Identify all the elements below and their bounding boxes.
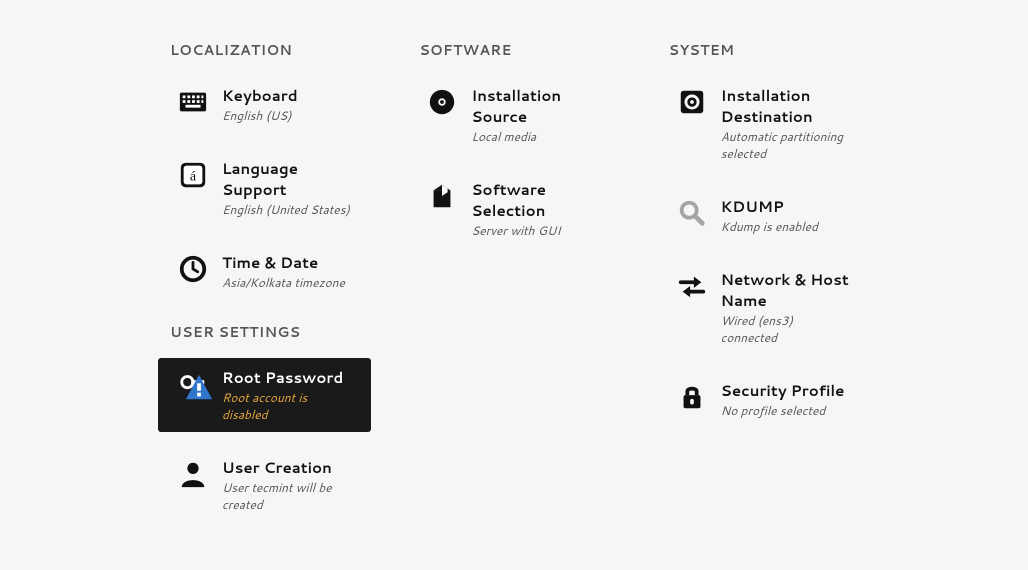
svg-text:á: á [190,169,197,185]
spoke-kdump[interactable]: KDUMP Kdump is enabled [669,187,858,244]
column-localization: LOCALIZATION Keyboard English (US) á Lan… [170,40,359,538]
spoke-network-sub: Wired (ens3) connected [721,312,852,346]
column-software: SOFTWARE Installation Source Local media… [419,40,608,538]
clock-icon [176,252,210,286]
spoke-keyboard-title: Keyboard [222,85,298,106]
lock-icon [675,380,709,414]
spoke-language-title: Language Support [222,158,353,200]
spoke-user-sub: User tecmint will be created [222,479,353,513]
section-title-localization: LOCALIZATION [170,40,359,60]
spoke-dest-title: Installation Destination [721,85,852,127]
spoke-root-title: Root Password [222,367,353,388]
network-arrows-icon [675,269,709,303]
disc-icon [425,85,459,119]
user-icon [176,457,210,491]
spoke-selection-title: Software Selection [471,179,602,221]
spoke-language[interactable]: á Language Support English (United State… [170,149,359,227]
spoke-installation-destination[interactable]: Installation Destination Automatic parti… [669,76,858,171]
installation-summary: LOCALIZATION Keyboard English (US) á Lan… [170,40,858,538]
spoke-time[interactable]: Time & Date Asia/Kolkata timezone [170,243,359,300]
section-title-software: SOFTWARE [419,40,608,60]
disk-icon [675,85,709,119]
section-title-system: SYSTEM [669,40,858,60]
spoke-user-title: User Creation [222,457,353,478]
spoke-network-title: Network & Host Name [721,269,852,311]
spoke-kdump-sub: Kdump is enabled [721,218,818,235]
spoke-security-sub: No profile selected [721,402,845,419]
section-user-settings: USER SETTINGS Root Password Root account… [170,322,359,522]
spoke-kdump-title: KDUMP [721,196,818,217]
spoke-installation-source[interactable]: Installation Source Local media [419,76,608,154]
spoke-network[interactable]: Network & Host Name Wired (ens3) connect… [669,260,858,355]
spoke-security-title: Security Profile [721,380,845,401]
spoke-source-sub: Local media [471,128,602,145]
spoke-dest-sub: Automatic partitioning selected [721,128,852,162]
spoke-time-sub: Asia/Kolkata timezone [222,274,345,291]
spoke-selection-sub: Server with GUI [471,222,602,239]
spoke-source-title: Installation Source [471,85,602,127]
column-system: SYSTEM Installation Destination Automati… [669,40,858,538]
spoke-root-sub: Root account is disabled [222,389,353,423]
kdump-search-icon [675,196,709,230]
spoke-time-title: Time & Date [222,252,345,273]
spoke-security[interactable]: Security Profile No profile selected [669,371,858,428]
spoke-keyboard[interactable]: Keyboard English (US) [170,76,359,133]
spoke-keyboard-sub: English (US) [222,107,298,124]
language-icon: á [176,158,210,192]
spoke-software-selection[interactable]: Software Selection Server with GUI [419,170,608,248]
spoke-language-sub: English (United States) [222,201,353,218]
spoke-user-creation[interactable]: User Creation User tecmint will be creat… [170,448,359,522]
package-icon [425,179,459,213]
keyboard-icon [176,85,210,119]
root-password-icon [176,367,210,401]
spoke-root-password[interactable]: Root Password Root account is disabled [158,358,371,432]
warning-badge-icon [184,373,214,403]
section-title-user: USER SETTINGS [170,322,359,342]
